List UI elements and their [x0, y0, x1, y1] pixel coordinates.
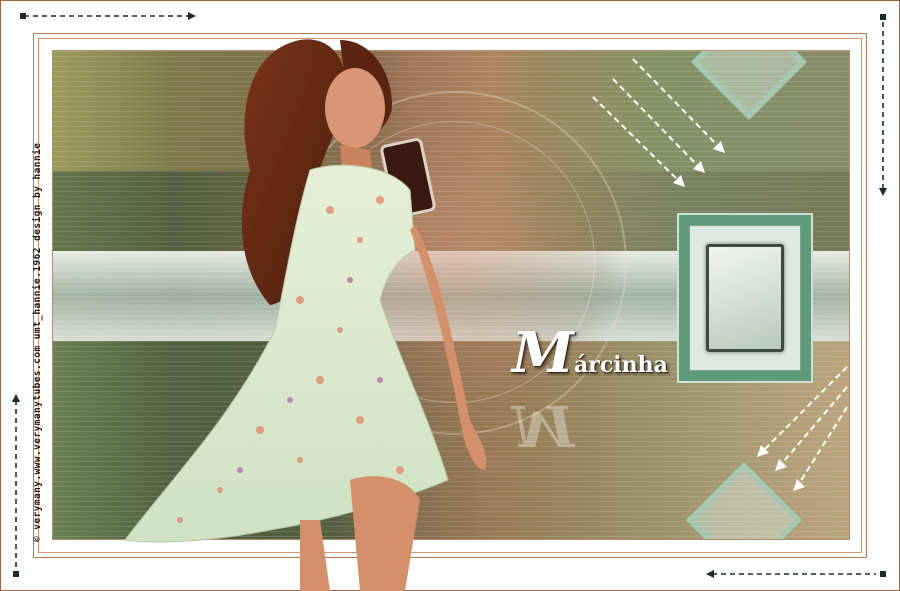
- right-leg: [350, 476, 420, 591]
- woman-illustration: [124, 39, 487, 591]
- signature-name: Márcinha: [512, 320, 668, 386]
- signature-reflection: M: [512, 392, 574, 458]
- left-leg: [300, 520, 330, 591]
- signature-rest: árcinha: [574, 352, 668, 378]
- credit-text: © verymany.www.verymanytubes.com umt_han…: [32, 142, 43, 542]
- signature-initial: M: [512, 320, 574, 386]
- face: [325, 68, 385, 148]
